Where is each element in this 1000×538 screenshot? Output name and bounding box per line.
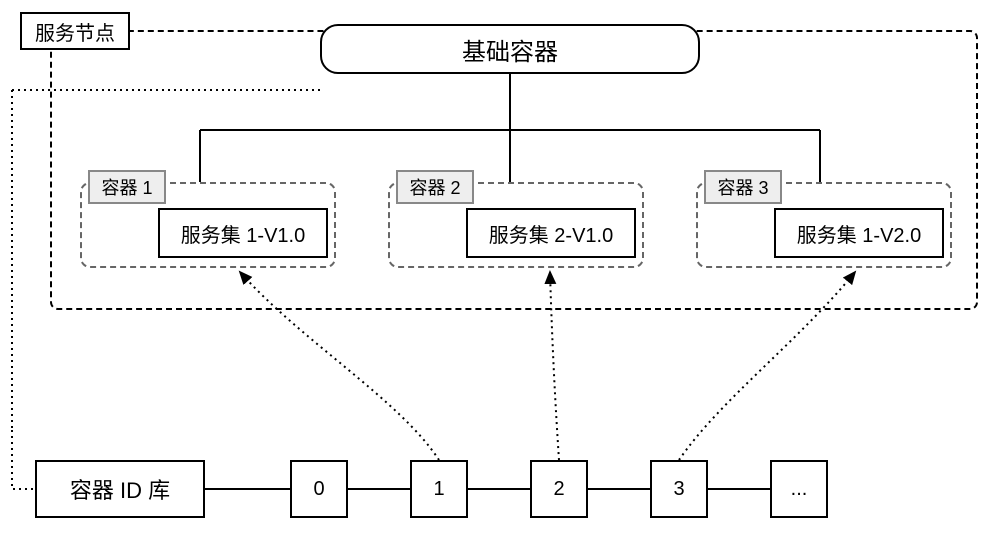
id-cell-1: 1 [410, 460, 468, 518]
container-2-label: 容器 2 [396, 170, 474, 204]
service-set-2-box: 服务集 2-V1.0 [466, 208, 636, 258]
id-cell-0: 0 [290, 460, 348, 518]
id-cell-ellipsis: ... [770, 460, 828, 518]
service-set-1-box: 服务集 1-V1.0 [158, 208, 328, 258]
id-cell-2: 2 [530, 460, 588, 518]
container-1-label: 容器 1 [88, 170, 166, 204]
base-container-box: 基础容器 [320, 24, 700, 74]
container-3-label: 容器 3 [704, 170, 782, 204]
service-set-3-box: 服务集 1-V2.0 [774, 208, 944, 258]
container-id-library: 容器 ID 库 [35, 460, 205, 518]
service-node-label: 服务节点 [20, 12, 130, 50]
id-cell-3: 3 [650, 460, 708, 518]
